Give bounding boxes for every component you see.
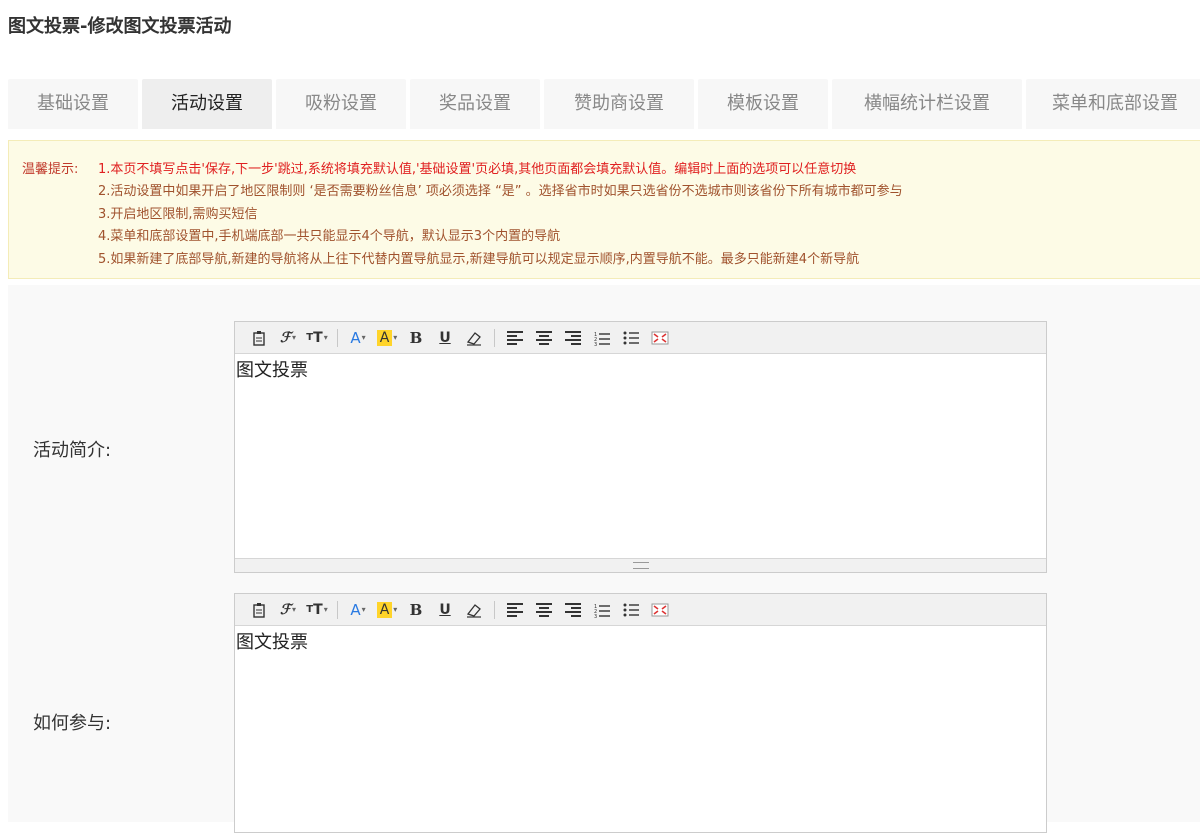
toolbar-separator — [494, 600, 495, 619]
unordered-list-icon[interactable] — [619, 599, 643, 621]
ordered-list-icon[interactable]: 123 — [590, 327, 614, 349]
bold-icon[interactable]: B — [404, 599, 428, 621]
highlight-color-icon[interactable]: A ▾ — [375, 599, 399, 621]
tab-menu-footer-settings[interactable]: 菜单和底部设置 — [1026, 79, 1200, 129]
toolbar-separator — [337, 328, 338, 347]
notice-label: 温馨提示: — [22, 162, 79, 177]
editor-content-how-to-join[interactable]: 图文投票 — [235, 626, 1046, 832]
field-label-how-to-join: 如何参与: — [33, 713, 112, 734]
paste-icon[interactable] — [247, 599, 271, 621]
font-size-icon[interactable]: T T ▾ — [305, 327, 329, 349]
underline-icon[interactable]: U — [433, 599, 457, 621]
rich-text-editor-intro: ℱ ▾ T T ▾ A ▾ A ▾ B U 123 图文投票 — [234, 321, 1047, 573]
editor-toolbar: ℱ ▾ T T ▾ A ▾ A ▾ B U 123 — [235, 594, 1046, 626]
tab-basic-settings[interactable]: 基础设置 — [8, 79, 138, 129]
editor-toolbar: ℱ ▾ T T ▾ A ▾ A ▾ B U 123 — [235, 322, 1046, 354]
rich-text-editor-how-to-join: ℱ ▾ T T ▾ A ▾ A ▾ B U 123 图文投票 — [234, 593, 1047, 833]
toolbar-separator — [337, 600, 338, 619]
tab-prize-settings[interactable]: 奖品设置 — [410, 79, 540, 129]
bold-icon[interactable]: B — [404, 327, 428, 349]
ordered-list-icon[interactable]: 123 — [590, 599, 614, 621]
eraser-icon[interactable] — [462, 599, 486, 621]
toolbar-separator — [494, 328, 495, 347]
align-right-icon[interactable] — [561, 327, 585, 349]
page-title: 图文投票-修改图文投票活动 — [8, 16, 232, 37]
notice-line: 1.本页不填写点击'保存,下一步'跳过,系统将填充默认值,'基础设置'页必填,其… — [98, 162, 857, 177]
notice-line: 5.如果新建了底部导航,新建的导航将从上往下代替内置导航显示,新建导航可以规定显… — [98, 252, 860, 267]
notice-line: 2.活动设置中如果开启了地区限制则 ‘是否需要粉丝信息’ 项必须选择 “是” 。… — [98, 184, 903, 199]
align-right-icon[interactable] — [561, 599, 585, 621]
editor-content-intro[interactable]: 图文投票 — [235, 354, 1046, 558]
svg-text:3: 3 — [594, 614, 597, 618]
underline-icon[interactable]: U — [433, 327, 457, 349]
tab-bar: 基础设置 活动设置 吸粉设置 奖品设置 赞助商设置 模板设置 横幅统计栏设置 菜… — [8, 79, 1200, 129]
notice-line: 3.开启地区限制,需购买短信 — [98, 207, 258, 222]
tab-activity-settings[interactable]: 活动设置 — [142, 79, 272, 129]
tab-banner-stats-settings[interactable]: 横幅统计栏设置 — [832, 79, 1022, 129]
editor-resize-handle[interactable] — [235, 558, 1046, 572]
align-left-icon[interactable] — [503, 599, 527, 621]
notice-panel: 温馨提示: 1.本页不填写点击'保存,下一步'跳过,系统将填充默认值,'基础设置… — [8, 140, 1200, 279]
align-center-icon[interactable] — [532, 327, 556, 349]
font-family-icon[interactable]: ℱ ▾ — [276, 599, 300, 621]
highlight-color-icon[interactable]: A ▾ — [375, 327, 399, 349]
tab-sponsor-settings[interactable]: 赞助商设置 — [544, 79, 694, 129]
svg-text:3: 3 — [594, 342, 597, 346]
tab-template-settings[interactable]: 模板设置 — [698, 79, 828, 129]
eraser-icon[interactable] — [462, 327, 486, 349]
align-center-icon[interactable] — [532, 599, 556, 621]
form-area: 活动简介: ℱ ▾ T T ▾ A ▾ A ▾ B U 123 图文投票 如何参… — [8, 285, 1200, 833]
paste-icon[interactable] — [247, 327, 271, 349]
font-color-icon[interactable]: A ▾ — [346, 327, 370, 349]
resize-grip-icon — [632, 562, 649, 569]
notice-line: 4.菜单和底部设置中,手机端底部一共只能显示4个导航，默认显示3个内置的导航 — [98, 229, 561, 244]
font-size-icon[interactable]: T T ▾ — [305, 599, 329, 621]
font-color-icon[interactable]: A ▾ — [346, 599, 370, 621]
fullscreen-icon[interactable] — [648, 327, 672, 349]
fullscreen-icon[interactable] — [648, 599, 672, 621]
field-label-intro: 活动简介: — [33, 440, 112, 461]
font-family-icon[interactable]: ℱ ▾ — [276, 327, 300, 349]
unordered-list-icon[interactable] — [619, 327, 643, 349]
align-left-icon[interactable] — [503, 327, 527, 349]
tab-fan-settings[interactable]: 吸粉设置 — [276, 79, 406, 129]
